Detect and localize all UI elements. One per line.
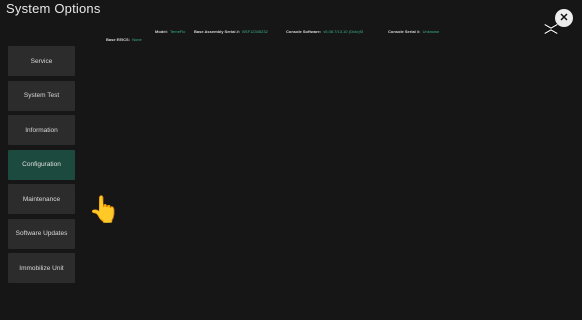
base-eeics-label: Base EEICS: [106,37,131,42]
sidebar-item-maintenance[interactable]: Maintenance [8,184,75,214]
console-software-value: v5.08.7/13.10 (Octo)f3 [323,29,364,34]
console-serial-value: Unknown [422,29,440,34]
sidebar-item-service[interactable]: Service [8,46,75,76]
sidebar-item-system-test[interactable]: System Test [8,80,75,111]
sidebar-item-label: Software Updates [15,230,68,237]
base-eeics-info: Base EEICS: None [106,37,142,42]
model-label: Model: [155,29,168,34]
model-value: TemeFlo [170,29,186,34]
console-software-label: Console Software: [286,29,322,34]
console-serial-label: Console Serial #: [388,29,421,34]
pointing-hand-icon: 👆 [88,194,121,224]
page-title: System Options [6,1,101,16]
sidebar-menu: Service System Test Information Configur… [8,46,75,288]
close-icon: ✕ [559,11,569,24]
sidebar-item-information[interactable]: Information [8,115,75,145]
sidebar-item-configuration[interactable]: Configuration [8,149,75,180]
console-software-info: Console Software: v5.08.7/13.10 (Octo)f3 [286,29,363,34]
sidebar-item-label: Information [25,126,58,134]
sidebar-item-label: Maintenance [22,195,61,203]
capcut-logo-icon [544,23,558,35]
base-assembly-serial-label: Base Assembly Serial #: [194,29,241,34]
sidebar-item-software-updates[interactable]: Software Updates [8,218,75,249]
base-eeics-value: None [132,37,142,42]
model-info: Model: TemeFlo [155,29,185,34]
sidebar-item-label: Configuration [22,161,61,168]
base-assembly-serial-info: Base Assembly Serial #: BSF12345232 [194,29,268,34]
console-serial-info: Console Serial #: Unknown [388,29,439,34]
sidebar-item-label: System Test [23,92,60,99]
sidebar-item-label: Service [30,57,53,65]
sidebar-item-label: Immobilize Unit [19,264,64,272]
sidebar-item-immobilize-unit[interactable]: Immobilize Unit [8,253,75,283]
base-assembly-serial-value: BSF12345232 [242,29,268,34]
